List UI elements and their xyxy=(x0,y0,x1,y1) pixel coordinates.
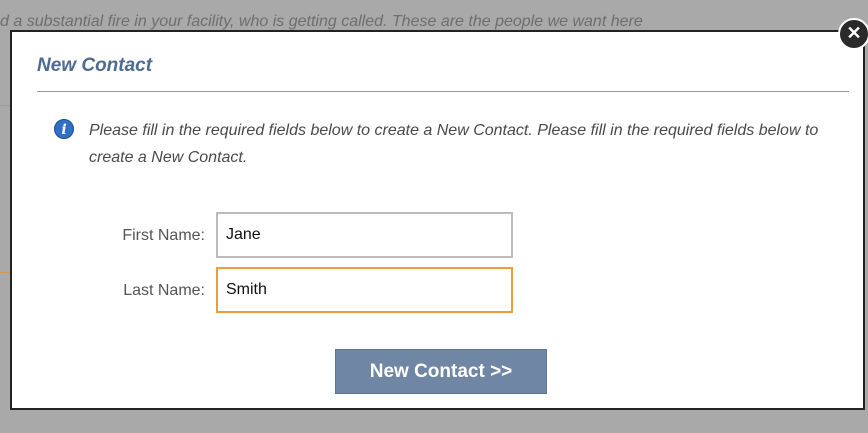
close-icon[interactable]: ✕ xyxy=(838,18,868,50)
title-divider xyxy=(37,91,849,92)
info-message: Please fill in the required fields below… xyxy=(89,122,819,166)
last-name-label: Last Name: xyxy=(123,282,205,299)
dialog-title: New Contact xyxy=(37,55,153,76)
background-divider xyxy=(0,105,10,106)
first-name-label: First Name: xyxy=(122,227,205,244)
first-name-input[interactable] xyxy=(216,212,513,258)
last-name-input[interactable] xyxy=(216,267,513,313)
info-icon: i xyxy=(54,119,74,139)
background-page-text: d a substantial fire in your facility, w… xyxy=(0,13,643,30)
new-contact-button[interactable]: New Contact >> xyxy=(335,349,547,394)
background-accent-line xyxy=(0,272,10,273)
new-contact-dialog: New Contact i Please fill in the require… xyxy=(10,30,865,410)
